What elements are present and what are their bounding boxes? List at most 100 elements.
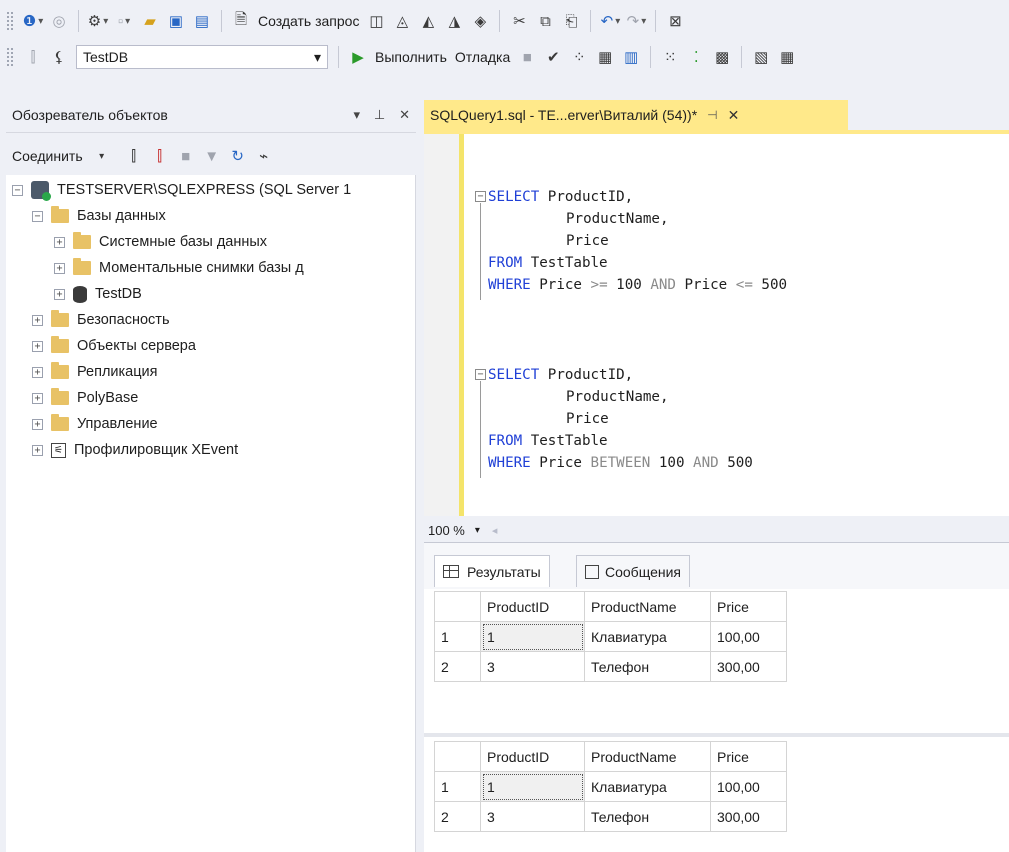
- row-number[interactable]: 2: [434, 801, 481, 832]
- tree-node-management[interactable]: + Управление: [32, 411, 158, 437]
- expand-icon[interactable]: +: [32, 444, 43, 456]
- debug-button[interactable]: Отладка: [455, 49, 510, 65]
- change-connection-icon[interactable]: ⚸: [48, 45, 70, 69]
- cancel-query-icon[interactable]: ■: [516, 45, 538, 69]
- copy-icon[interactable]: ⧉: [534, 9, 556, 33]
- tab-messages[interactable]: Сообщения: [576, 555, 690, 587]
- results-to-grid-icon[interactable]: ▦: [776, 45, 798, 69]
- collapse-icon[interactable]: −: [475, 191, 486, 202]
- connect-icon[interactable]: ⫿: [22, 45, 44, 69]
- results-to-text-icon[interactable]: ▧: [750, 45, 772, 69]
- expand-icon[interactable]: +: [54, 262, 65, 274]
- redo-icon[interactable]: ↷: [625, 9, 647, 33]
- grid-cell[interactable]: Телефон: [584, 651, 711, 682]
- row-number[interactable]: 1: [434, 771, 481, 802]
- column-header[interactable]: Price: [710, 591, 787, 622]
- back-icon[interactable]: ❶: [22, 9, 44, 33]
- include-plan-icon[interactable]: ⁙: [659, 45, 681, 69]
- save-icon[interactable]: ▣: [165, 9, 187, 33]
- live-stats-icon[interactable]: ⁚: [685, 45, 707, 69]
- query-designer-icon[interactable]: ▦: [594, 45, 616, 69]
- tree-node-databases[interactable]: − Базы данных: [32, 203, 166, 229]
- connect-plug-icon[interactable]: ⫿: [123, 144, 145, 168]
- column-header[interactable]: ProductID: [480, 741, 585, 772]
- expand-icon[interactable]: +: [32, 314, 43, 326]
- results-grid-1[interactable]: ProductID ProductName Price 1 1 Клавиату…: [434, 591, 787, 682]
- connect-button[interactable]: Соединить: [12, 148, 83, 164]
- database-select[interactable]: TestDB ▾: [76, 45, 328, 69]
- expand-icon[interactable]: +: [54, 236, 65, 248]
- execute-icon[interactable]: ▶: [347, 45, 369, 69]
- close-icon[interactable]: ✕: [399, 107, 410, 122]
- tree-node-snapshots[interactable]: + Моментальные снимки базы д: [54, 255, 304, 281]
- forward-icon[interactable]: ◎: [48, 9, 70, 33]
- display-plan-icon[interactable]: ⁘: [568, 45, 590, 69]
- tab-results[interactable]: Результаты: [434, 555, 550, 587]
- tree-node-testdb[interactable]: + TestDB: [54, 281, 142, 307]
- tree-node-server[interactable]: − TESTSERVER\SQLEXPRESS (SQL Server 1: [12, 177, 351, 203]
- pin-icon[interactable]: ⊣: [707, 108, 717, 122]
- expand-icon[interactable]: +: [32, 366, 43, 378]
- row-number[interactable]: 2: [434, 651, 481, 682]
- open-file-icon[interactable]: ▰: [139, 9, 161, 33]
- collapse-icon[interactable]: −: [12, 184, 23, 196]
- execute-button[interactable]: Выполнить: [375, 49, 447, 65]
- activity-monitor-icon[interactable]: ⊠: [664, 9, 686, 33]
- grid-cell[interactable]: 3: [480, 801, 585, 832]
- table-row[interactable]: 1 1 Клавиатура 100,00: [434, 771, 787, 802]
- sql-editor[interactable]: − − SELECT ProductID, ProductName, Price…: [424, 134, 1009, 516]
- new-project-icon[interactable]: ⚙: [87, 9, 109, 33]
- refresh-icon[interactable]: ↻: [227, 144, 249, 168]
- column-header[interactable]: ProductName: [584, 591, 711, 622]
- grid-cell[interactable]: Клавиатура: [584, 771, 711, 802]
- tree-node-polybase[interactable]: + PolyBase: [32, 385, 138, 411]
- expand-icon[interactable]: +: [32, 340, 43, 352]
- collapse-icon[interactable]: −: [475, 369, 486, 380]
- grid-cell[interactable]: 100,00: [710, 771, 787, 802]
- grid-cell[interactable]: 100,00: [710, 621, 787, 652]
- column-header[interactable]: ProductID: [480, 591, 585, 622]
- new-query-button[interactable]: Создать запрос: [258, 13, 359, 29]
- tree-node-replication[interactable]: + Репликация: [32, 359, 158, 385]
- dax-query-icon[interactable]: ◮: [443, 9, 465, 33]
- tree-node-security[interactable]: + Безопасность: [32, 307, 170, 333]
- cut-icon[interactable]: ✂: [508, 9, 530, 33]
- xmla-query-icon[interactable]: ◭: [417, 9, 439, 33]
- filter-icon[interactable]: ▼: [201, 144, 223, 168]
- stop-icon[interactable]: ■: [175, 144, 197, 168]
- tree-node-xevent-profiler[interactable]: + ⚟ Профилировщик XEvent: [32, 437, 238, 463]
- grid-cell[interactable]: 1: [480, 771, 585, 802]
- column-header[interactable]: Price: [710, 741, 787, 772]
- new-file-icon[interactable]: ▫: [113, 9, 135, 33]
- dax-query-icon-2[interactable]: ◈: [469, 9, 491, 33]
- table-row[interactable]: 1 1 Клавиатура 100,00: [434, 621, 787, 652]
- dmx-query-icon[interactable]: ◬: [391, 9, 413, 33]
- new-query-icon[interactable]: 🗎: [230, 9, 252, 33]
- grid-cell[interactable]: Клавиатура: [584, 621, 711, 652]
- chevron-down-icon[interactable]: ▾: [475, 525, 480, 536]
- toolbar-grip[interactable]: [6, 47, 14, 67]
- zoom-level[interactable]: 100 %: [428, 523, 465, 538]
- mdx-query-icon[interactable]: ◫: [365, 9, 387, 33]
- client-stats-icon[interactable]: ▩: [711, 45, 733, 69]
- expand-icon[interactable]: +: [32, 418, 43, 430]
- intellisense-icon[interactable]: ▥: [620, 45, 642, 69]
- expand-icon[interactable]: +: [54, 288, 65, 300]
- grid-cell[interactable]: Телефон: [584, 801, 711, 832]
- collapse-icon[interactable]: −: [32, 210, 43, 222]
- table-row[interactable]: 2 3 Телефон 300,00: [434, 651, 787, 682]
- row-number[interactable]: 1: [434, 621, 481, 652]
- activity-icon[interactable]: ⌁: [253, 144, 275, 168]
- tree-node-system-databases[interactable]: + Системные базы данных: [54, 229, 267, 255]
- toolbar-grip[interactable]: [6, 11, 14, 31]
- grid-splitter[interactable]: [424, 733, 1009, 737]
- table-row[interactable]: 2 3 Телефон 300,00: [434, 801, 787, 832]
- results-grid-2[interactable]: ProductID ProductName Price 1 1 Клавиату…: [434, 741, 787, 832]
- save-all-icon[interactable]: ▤: [191, 9, 213, 33]
- column-header[interactable]: ProductName: [584, 741, 711, 772]
- undo-icon[interactable]: ↶: [599, 9, 621, 33]
- grid-cell[interactable]: 300,00: [710, 801, 787, 832]
- pin-icon[interactable]: ⊥: [374, 107, 385, 122]
- grid-cell[interactable]: 1: [480, 621, 585, 652]
- grid-cell[interactable]: 3: [480, 651, 585, 682]
